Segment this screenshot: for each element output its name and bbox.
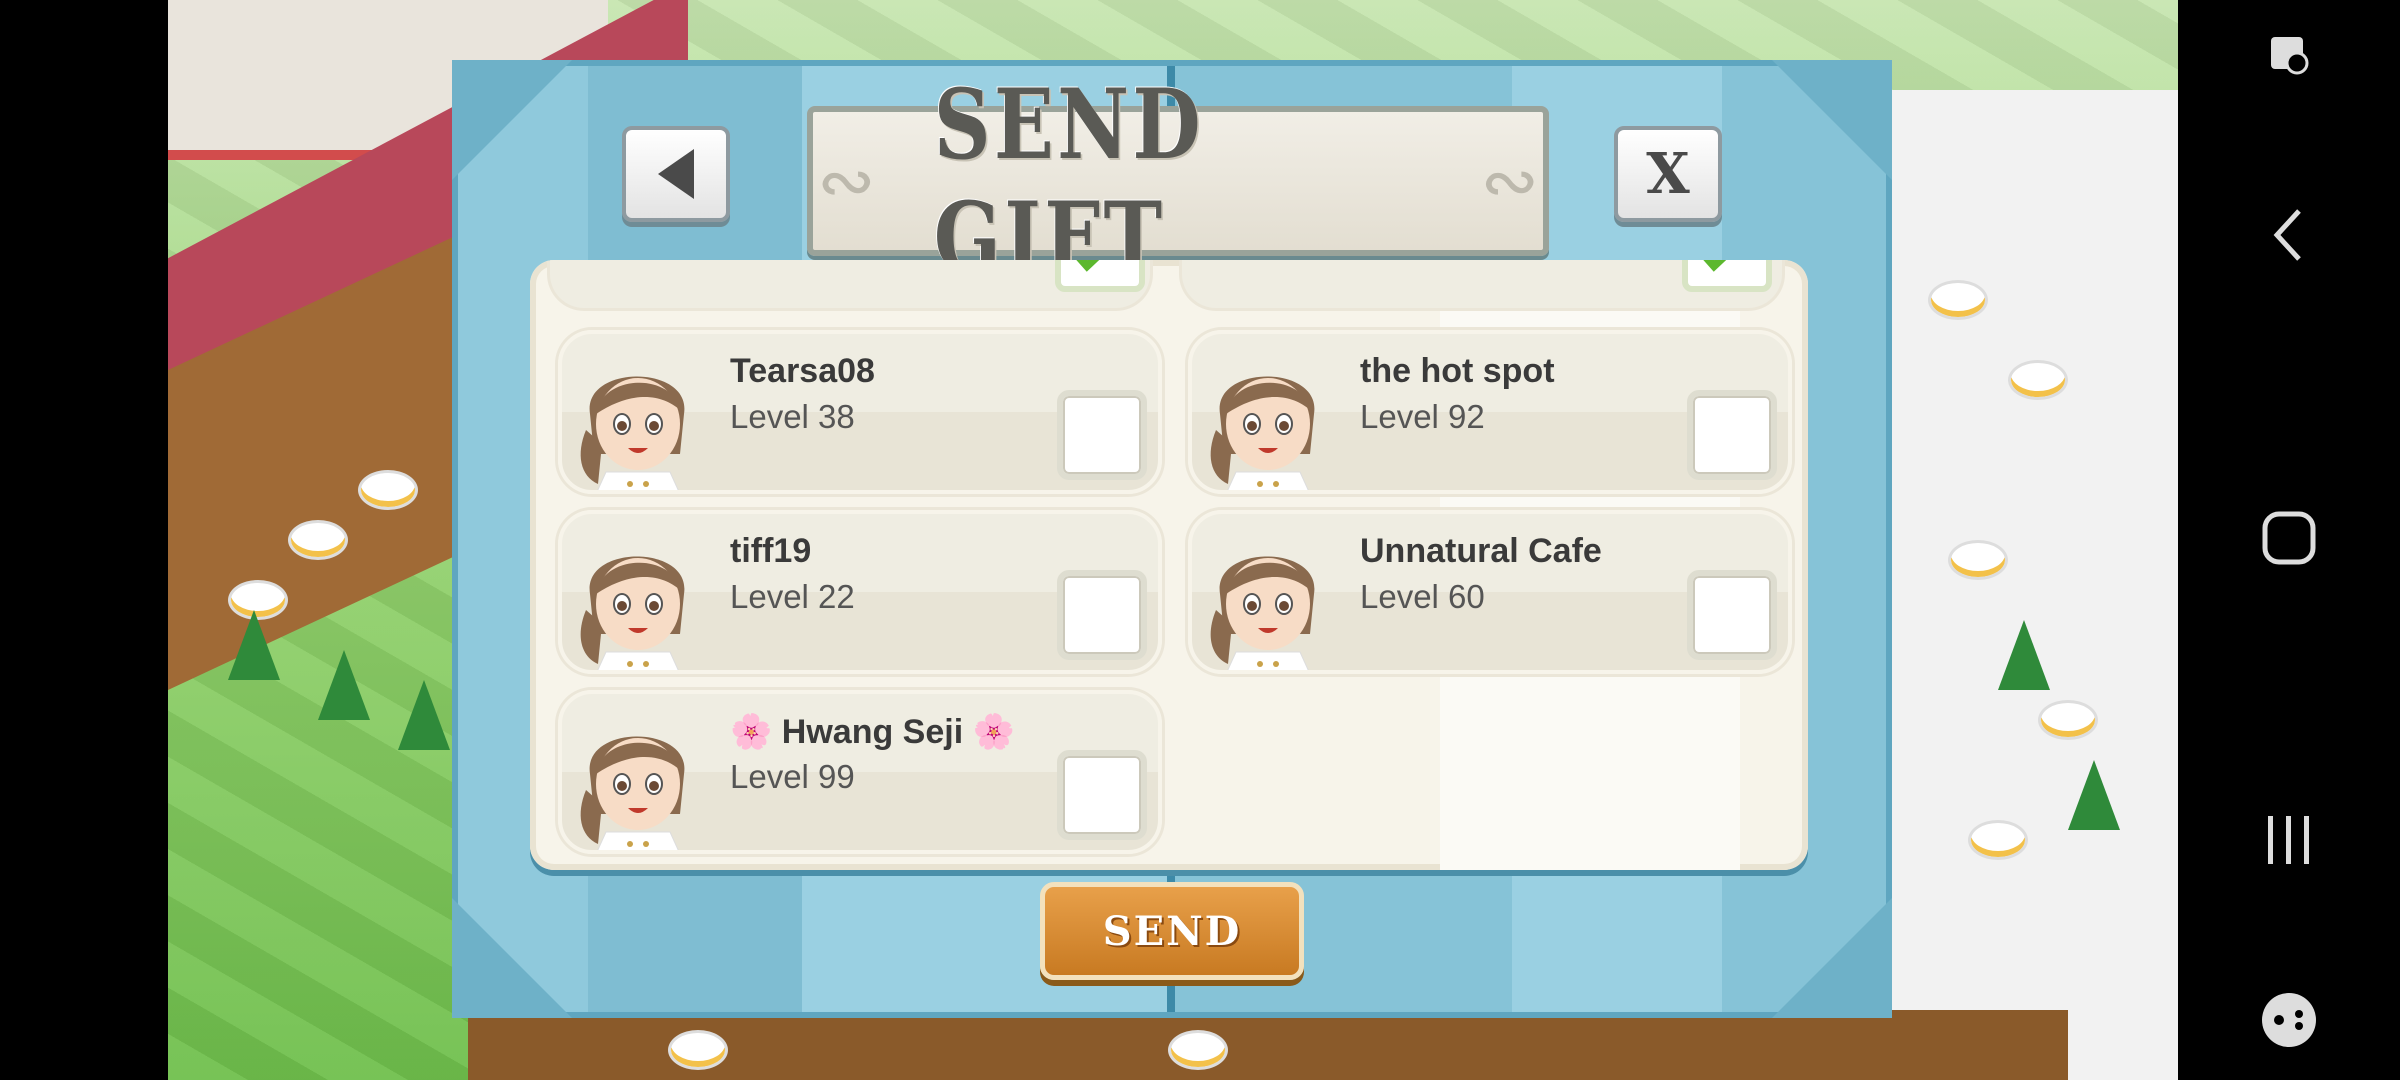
friend-name: 🌸 Hwang Seji 🌸 <box>730 713 1015 751</box>
tree-icon <box>398 680 450 750</box>
chef-avatar-icon <box>572 524 702 670</box>
friend-name: Unnatural Cafe <box>1360 532 1602 570</box>
dialog-corner <box>452 898 572 1018</box>
friend-checkbox[interactable] <box>1687 570 1777 660</box>
tree-icon <box>318 650 370 720</box>
friend-card[interactable]: Tearsa08 Level 38 <box>558 330 1162 494</box>
friend-card[interactable]: Unnatural Cafe Level 60 <box>1188 510 1792 674</box>
food-dish-icon <box>1948 540 2008 580</box>
tree-icon <box>1998 620 2050 690</box>
system-nav-bar <box>2178 0 2400 1080</box>
close-icon: X <box>1646 141 1690 207</box>
back-icon[interactable] <box>2178 190 2400 280</box>
food-dish-icon <box>2038 700 2098 740</box>
recent-apps-icon[interactable] <box>2178 795 2400 885</box>
back-arrow-icon <box>658 149 694 199</box>
tree-icon <box>228 610 280 680</box>
chef-avatar-icon <box>1202 344 1332 490</box>
ornament-left-icon: ∾ <box>817 142 876 220</box>
friend-card[interactable]: the hot spot Level 92 <box>1188 330 1792 494</box>
friend-name: Tearsa08 <box>730 352 875 390</box>
send-gift-dialog: ∾ SEND GIFT ∾ X Tearsa08 Level 38 the ho… <box>452 60 1892 1018</box>
friend-checkbox[interactable] <box>1687 390 1777 480</box>
food-dish-icon <box>288 520 348 560</box>
chef-avatar-icon <box>572 344 702 490</box>
close-button[interactable]: X <box>1614 126 1722 222</box>
screenshot-edit-icon[interactable] <box>2178 10 2400 100</box>
friend-card[interactable]: tiff19 Level 22 <box>558 510 1162 674</box>
friend-card-partial[interactable] <box>550 260 1150 308</box>
checked-checkbox[interactable] <box>1055 260 1145 292</box>
back-button[interactable] <box>622 126 730 222</box>
friend-list[interactable]: Tearsa08 Level 38 the hot spot Level 92 … <box>530 260 1808 870</box>
send-button[interactable]: SEND <box>1040 882 1304 980</box>
game-tools-icon[interactable] <box>2178 975 2400 1065</box>
food-dish-icon <box>668 1030 728 1070</box>
food-dish-icon <box>1928 280 1988 320</box>
friend-level: Level 99 <box>730 758 855 795</box>
food-dish-icon <box>2008 360 2068 400</box>
friend-level: Level 22 <box>730 578 855 615</box>
ornament-right-icon: ∾ <box>1480 142 1539 220</box>
friend-checkbox[interactable] <box>1057 390 1147 480</box>
send-button-label: SEND <box>1102 907 1242 955</box>
friend-checkbox[interactable] <box>1057 570 1147 660</box>
chef-avatar-icon <box>572 704 702 850</box>
tree-icon <box>2068 760 2120 830</box>
friend-card[interactable]: 🌸 Hwang Seji 🌸 Level 99 <box>558 690 1162 854</box>
restaurant-floor <box>1888 90 2178 1080</box>
friend-level: Level 60 <box>1360 578 1485 615</box>
dialog-corner <box>1772 60 1892 180</box>
friend-checkbox[interactable] <box>1057 750 1147 840</box>
friend-card-partial[interactable] <box>1182 260 1782 308</box>
food-dish-icon <box>358 470 418 510</box>
chef-avatar-icon <box>1202 524 1332 670</box>
friend-level: Level 92 <box>1360 398 1485 435</box>
checked-checkbox[interactable] <box>1682 260 1772 292</box>
home-icon[interactable] <box>2178 493 2400 583</box>
dialog-corner <box>452 60 572 180</box>
dialog-title-plate: ∾ SEND GIFT ∾ <box>807 68 1549 294</box>
friend-name: tiff19 <box>730 532 812 570</box>
dialog-corner <box>1772 898 1892 1018</box>
friend-level: Level 38 <box>730 398 855 435</box>
food-dish-icon <box>1968 820 2028 860</box>
friend-name: the hot spot <box>1360 352 1555 390</box>
food-dish-icon <box>1168 1030 1228 1070</box>
